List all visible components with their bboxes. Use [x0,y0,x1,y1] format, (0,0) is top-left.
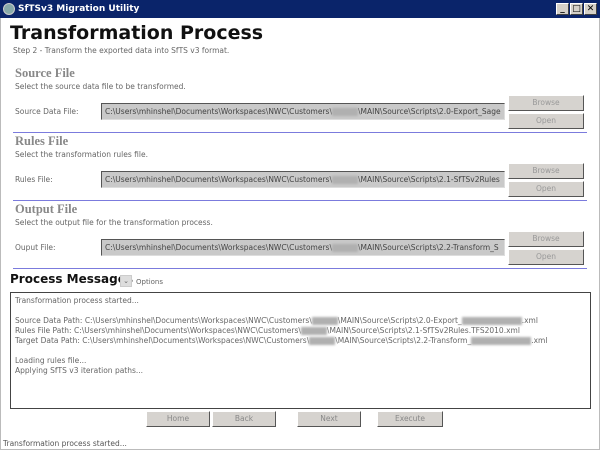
section-divider [13,200,587,201]
log-text: \MAIN\Source\Scripts\2.0-Export_ [337,316,462,325]
log-text: .xml [521,316,538,325]
output-file-description: Select the output file for the transform… [15,218,213,227]
redacted-segment [300,327,327,335]
redacted-segment [461,317,522,325]
app-icon [3,3,15,15]
source-file-input[interactable]: C:\Users\mhinshel\Documents\Workspaces\N… [101,103,505,120]
redacted-segment [309,337,336,345]
output-browse-button[interactable]: Browse [508,231,584,247]
path-prefix: C:\Users\mhinshel\Documents\Workspaces\N… [105,107,332,116]
redacted-segment [311,317,338,325]
redacted-segment [331,176,358,184]
log-text: \MAIN\Source\Scripts\2.1-SfTSv2Rules.TFS… [326,326,520,335]
log-line: Transformation process started... [15,296,586,306]
path-prefix: C:\Users\mhinshel\Documents\Workspaces\N… [105,175,332,184]
execute-button[interactable]: Execute [377,411,443,427]
output-file-input[interactable]: C:\Users\mhinshel\Documents\Workspaces\N… [101,239,505,256]
process-messages-log[interactable]: Transformation process started... Source … [10,292,591,409]
log-text: \MAIN\Source\Scripts\2.2-Transform_ [335,336,472,345]
rules-file-description: Select the transformation rules file. [15,150,148,159]
source-file-description: Select the source data file to be transf… [15,82,186,91]
log-line: Applying SfTS v3 iteration paths... [15,366,586,376]
minimize-button[interactable]: _ [556,3,569,15]
title-bar: SfTSv3 Migration Utility [0,0,600,18]
log-text: Source Data Path: C:\Users\mhinshel\Docu… [15,316,312,325]
options-dropdown-button[interactable]: ⌄ [120,275,132,287]
next-button[interactable]: Next [297,411,361,427]
log-line: Rules File Path: C:\Users\mhinshel\Docum… [15,326,586,336]
output-file-label: Ouput File: [15,243,56,252]
section-divider [13,132,587,133]
back-button[interactable]: Back [212,411,276,427]
path-prefix: C:\Users\mhinshel\Documents\Workspaces\N… [105,243,332,252]
status-bar-text: Transformation process started... [3,439,127,448]
step-description: Step 2 - Transform the exported data int… [13,46,230,55]
log-line: Loading rules file... [15,356,586,366]
path-suffix: \MAIN\Source\Scripts\2.1-SfTSv2Rules [357,175,500,184]
rules-browse-button[interactable]: Browse [508,163,584,179]
redacted-segment [471,337,532,345]
source-browse-button[interactable]: Browse [508,95,584,111]
rules-file-input[interactable]: C:\Users\mhinshel\Documents\Workspaces\N… [101,171,505,188]
source-file-heading: Source File [15,66,75,80]
path-suffix: \MAIN\Source\Scripts\2.2-Transform_S [357,243,499,252]
window-title: SfTSv3 Migration Utility [18,4,140,14]
output-file-heading: Output File [15,202,78,216]
log-line: Target Data Path: C:\Users\mhinshel\Docu… [15,336,586,346]
source-file-label: Source Data File: [15,107,79,116]
path-suffix: \MAIN\Source\Scripts\2.0-Export_Sage [357,107,501,116]
page-title: Transformation Process [10,22,264,44]
log-text: Transformation process started... [15,296,139,305]
options-label[interactable]: Options [136,278,163,286]
maximize-button[interactable]: □ [570,3,583,15]
redacted-segment [331,108,358,116]
home-button[interactable]: Home [146,411,210,427]
log-text: Loading rules file... [15,356,87,365]
log-text: Target Data Path: C:\Users\mhinshel\Docu… [15,336,310,345]
log-text: Applying SfTS v3 iteration paths... [15,366,144,375]
rules-file-heading: Rules File [15,134,69,148]
rules-open-button[interactable]: Open [508,181,584,197]
source-open-button[interactable]: Open [508,113,584,129]
redacted-segment [331,244,358,252]
process-messages-heading: Process Messages [10,272,134,286]
section-divider [13,268,587,269]
log-text: Rules File Path: C:\Users\mhinshel\Docum… [15,326,301,335]
log-text: .xml [531,336,548,345]
chevron-down-icon: ⌄ [123,277,129,285]
output-open-button[interactable]: Open [508,249,584,265]
log-line: Source Data Path: C:\Users\mhinshel\Docu… [15,316,586,326]
rules-file-label: Rules File: [15,175,53,184]
close-button[interactable]: ✕ [584,3,597,15]
